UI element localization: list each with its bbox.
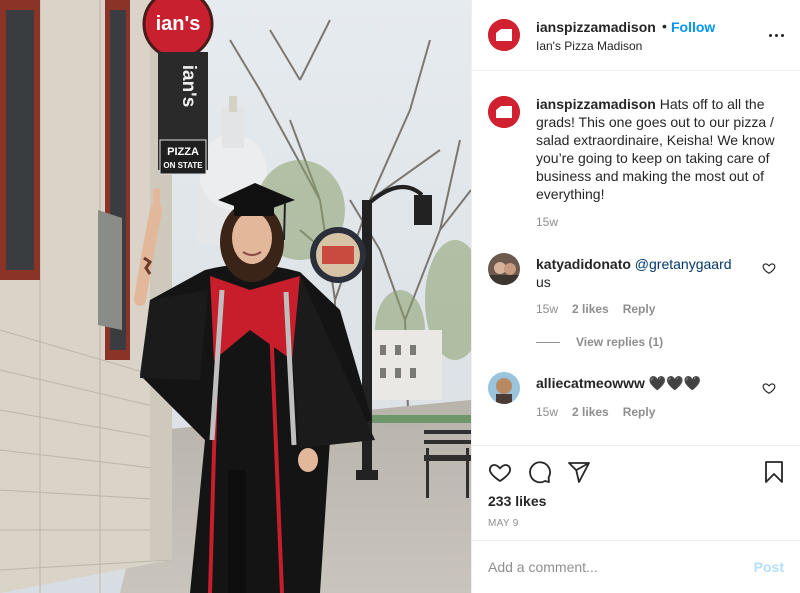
comment-input[interactable] [488,553,728,581]
comment-body: 🖤🖤🖤 [648,375,702,391]
like-heart-icon[interactable] [488,460,512,484]
svg-text:ian's: ian's [156,13,201,35]
post-header: ianspizzamadison • Follow Ian's Pizza Ma… [472,0,800,71]
caption-username[interactable]: ianspizzamadison [536,96,656,112]
comment-avatar[interactable] [488,372,520,404]
comment-mention[interactable]: @gretanygaard [635,256,732,272]
caption-text: ianspizzamadison Hats off to all the gra… [536,95,786,203]
comment-avatar[interactable] [488,253,520,285]
comment-text: katyadidonato @gretanygaard us [536,255,732,291]
comments-list[interactable]: ianspizzamadison Hats off to all the gra… [472,72,800,444]
avatar[interactable] [488,19,520,51]
more-options-icon[interactable] [768,28,786,42]
post-side-panel: ianspizzamadison • Follow Ian's Pizza Ma… [471,0,800,593]
post-photo[interactable]: ian's ian's PIZZA ON STATE [0,0,471,593]
post-date[interactable]: MAY 9 [488,518,519,529]
divider-line [536,342,560,344]
location-link[interactable]: Ian's Pizza Madison [536,39,642,53]
ians-logo-icon [488,96,520,128]
comment-time[interactable]: 15w [536,405,558,419]
profile-photo-icon [488,372,520,404]
like-comment-heart-icon[interactable] [762,261,776,275]
caption-avatar[interactable] [488,96,520,128]
save-bookmark-icon[interactable] [762,460,786,484]
comment-meta: 15w 2 likes Reply [536,302,655,316]
post-actions: 233 likes MAY 9 [472,445,800,540]
graduation-photo: ian's ian's PIZZA ON STATE [0,0,471,593]
svg-text:PIZZA: PIZZA [167,146,199,158]
instagram-post: ian's ian's PIZZA ON STATE ianspizzamadi… [0,0,800,593]
distant-building [372,330,442,400]
ians-logo-icon [488,19,520,51]
view-replies-button[interactable]: View replies (1) [536,335,663,349]
comment-text: alliecatmeowww 🖤🖤🖤 [536,374,701,392]
comment-likes[interactable]: 2 likes [572,405,609,419]
like-comment-heart-icon[interactable] [762,381,776,395]
caption-time[interactable]: 15w [536,215,558,229]
post-comment-button[interactable]: Post [754,559,784,575]
comment-likes[interactable]: 2 likes [572,302,609,316]
add-comment-bar: Post [472,540,800,593]
svg-text:ON STATE: ON STATE [163,161,203,170]
likes-count[interactable]: 233 likes [488,493,546,509]
svg-text:ian's: ian's [178,65,199,108]
reply-button[interactable]: Reply [623,302,656,316]
comment-time[interactable]: 15w [536,302,558,316]
comment-username[interactable]: alliecatmeowww [536,375,645,391]
header-separator: • [662,18,667,34]
share-paper-plane-icon[interactable] [567,460,591,484]
header-username[interactable]: ianspizzamadison [536,19,656,35]
comment-meta: 15w 2 likes Reply [536,405,655,419]
profile-photo-icon [488,253,520,285]
view-replies-label: View replies (1) [576,335,664,349]
comment-body: us [536,274,551,290]
comment-bubble-icon[interactable] [528,460,552,484]
comment-username[interactable]: katyadidonato [536,256,631,272]
follow-button[interactable]: Follow [671,19,715,35]
reply-button[interactable]: Reply [623,405,656,419]
